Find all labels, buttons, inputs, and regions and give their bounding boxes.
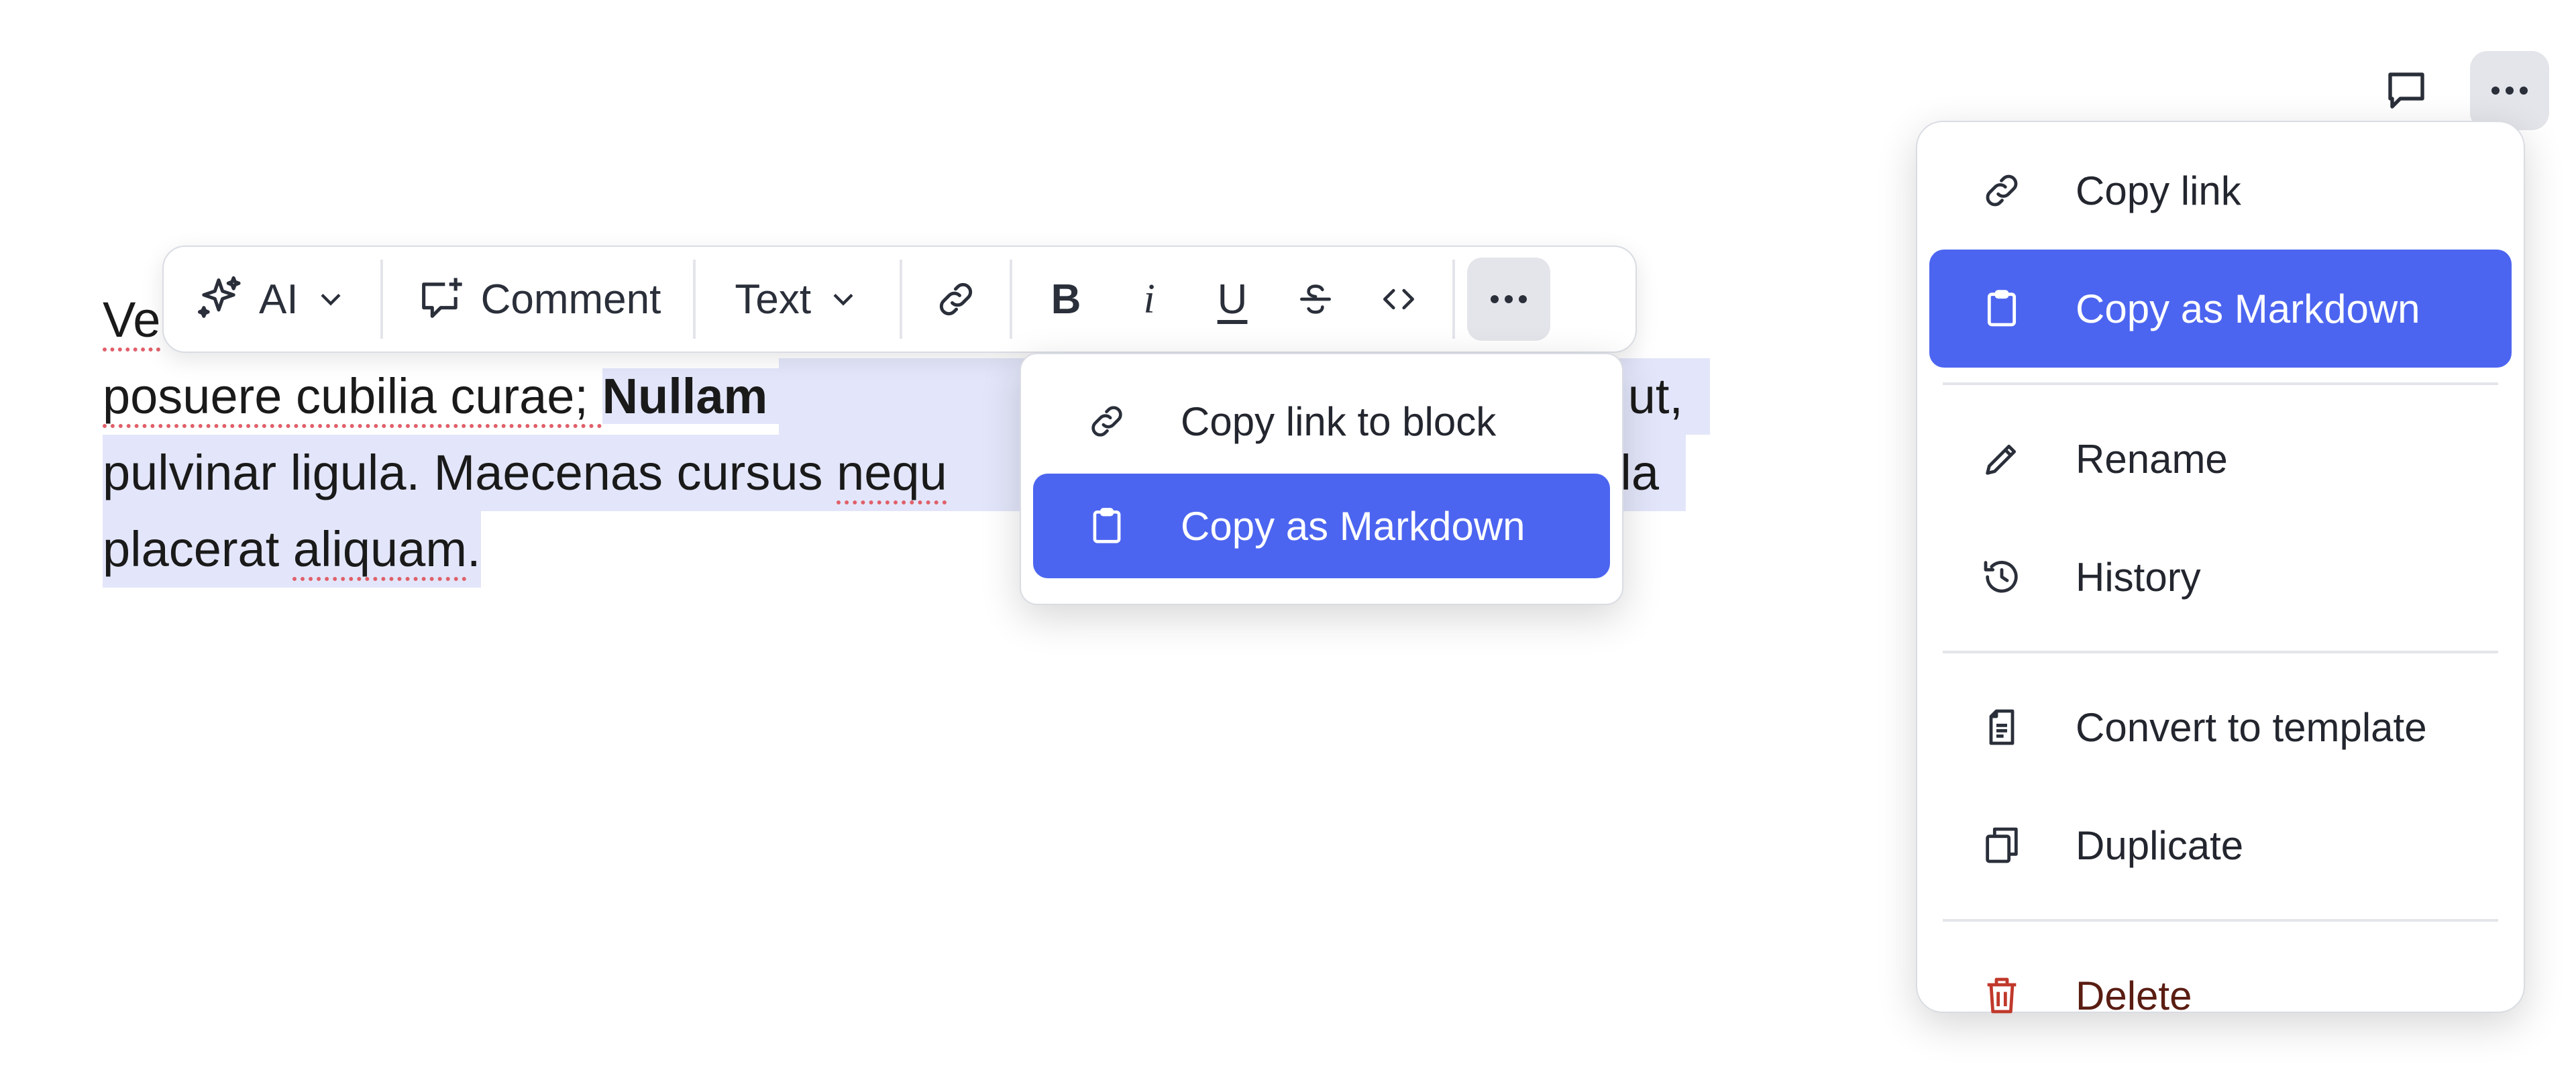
duplicate-item[interactable]: Duplicate xyxy=(1929,786,2512,904)
comment-button[interactable]: Comment xyxy=(395,258,682,341)
link-icon xyxy=(934,277,978,321)
menu-item-label: Copy link xyxy=(2076,168,2241,213)
text-line-4: placerat aliquam. xyxy=(103,511,481,588)
toolbar-more-button[interactable] xyxy=(1467,258,1551,341)
trash-icon xyxy=(1971,974,2033,1017)
menu-item-label: Convert to template xyxy=(2076,704,2427,750)
history-item[interactable]: History xyxy=(1929,518,2512,636)
toolbar-divider xyxy=(1010,260,1013,339)
clipboard-icon xyxy=(1971,287,2033,330)
bold-icon: B xyxy=(1051,276,1081,323)
text-fragment: aliquam xyxy=(292,521,467,577)
sparkles-icon xyxy=(193,274,244,325)
page-more-button[interactable] xyxy=(2470,51,2549,130)
menu-divider xyxy=(1943,919,2498,922)
comment-add-icon xyxy=(415,274,466,325)
copy-link-item[interactable]: Copy link xyxy=(1929,131,2512,250)
code-icon xyxy=(1378,278,1419,320)
text-fragment: . xyxy=(466,521,481,577)
text-fragment: pulvinar ligula. Maecenas cursus xyxy=(103,445,837,500)
duplicate-icon xyxy=(1971,824,2033,867)
more-horizontal-icon xyxy=(2485,66,2534,115)
italic-button[interactable]: i xyxy=(1108,258,1191,341)
delete-item[interactable]: Delete xyxy=(1929,936,2512,1055)
page-actions xyxy=(2367,51,2549,130)
copy-as-markdown-item[interactable]: Copy as Markdown xyxy=(1929,250,2512,368)
text-fragment: nequ xyxy=(837,445,947,500)
toolbar-divider xyxy=(693,260,696,339)
menu-item-label: Duplicate xyxy=(2076,822,2244,868)
document-icon xyxy=(1971,706,2033,749)
menu-item-label: History xyxy=(2076,554,2201,600)
format-toolbar: AI Comment Text B i U xyxy=(162,246,1637,353)
text-fragment: posuere cubilia curae; xyxy=(103,368,602,424)
comments-button[interactable] xyxy=(2367,51,2446,130)
text-line-1: Ve xyxy=(103,282,160,358)
text-fragment: la xyxy=(1620,445,1659,500)
ai-label: AI xyxy=(259,276,299,323)
menu-item-label: Copy link to block xyxy=(1181,398,1497,444)
menu-item-label: Rename xyxy=(2076,436,2228,482)
menu-item-label: Copy as Markdown xyxy=(2076,286,2420,331)
block-menu: Copy link to block Copy as Markdown xyxy=(1020,353,1623,605)
more-horizontal-icon xyxy=(1485,275,1533,323)
ai-button[interactable]: AI xyxy=(173,258,368,341)
toolbar-divider xyxy=(380,260,383,339)
bold-button[interactable]: B xyxy=(1024,258,1108,341)
text-style-label: Text xyxy=(735,276,812,323)
chevron-down-icon xyxy=(826,282,861,317)
clipboard-icon xyxy=(1076,505,1138,547)
pencil-icon xyxy=(1971,437,2033,480)
comment-label: Comment xyxy=(480,276,661,323)
text-fragment: Ve xyxy=(103,292,161,347)
menu-item-label: Delete xyxy=(2076,973,2192,1018)
chevron-down-icon xyxy=(313,282,348,317)
code-button[interactable] xyxy=(1357,258,1440,341)
comment-icon xyxy=(2382,66,2430,115)
link-icon xyxy=(1076,400,1138,442)
menu-divider xyxy=(1943,382,2498,385)
menu-item-label: Copy as Markdown xyxy=(1181,503,1525,549)
copy-as-markdown-item[interactable]: Copy as Markdown xyxy=(1033,474,1610,578)
italic-icon: i xyxy=(1143,276,1155,322)
link-icon xyxy=(1971,169,2033,212)
underline-icon: U xyxy=(1217,276,1248,323)
strikethrough-button[interactable] xyxy=(1274,258,1357,341)
convert-to-template-item[interactable]: Convert to template xyxy=(1929,668,2512,786)
menu-divider xyxy=(1943,651,2498,653)
copy-link-to-block-item[interactable]: Copy link to block xyxy=(1033,369,1610,474)
underline-button[interactable]: U xyxy=(1191,258,1274,341)
link-button[interactable] xyxy=(914,258,998,341)
page-menu: Copy link Copy as Markdown Rename Histor… xyxy=(1916,121,2525,1018)
rename-item[interactable]: Rename xyxy=(1929,400,2512,518)
text-style-dropdown[interactable]: Text xyxy=(708,258,888,341)
history-icon xyxy=(1971,555,2033,598)
text-fragment: placerat xyxy=(103,521,293,577)
toolbar-divider xyxy=(900,260,903,339)
strikethrough-icon xyxy=(1295,278,1336,320)
text-line-2: posuere cubilia curae; Nullam vitae eliu… xyxy=(103,358,1710,435)
toolbar-divider xyxy=(1452,260,1456,339)
